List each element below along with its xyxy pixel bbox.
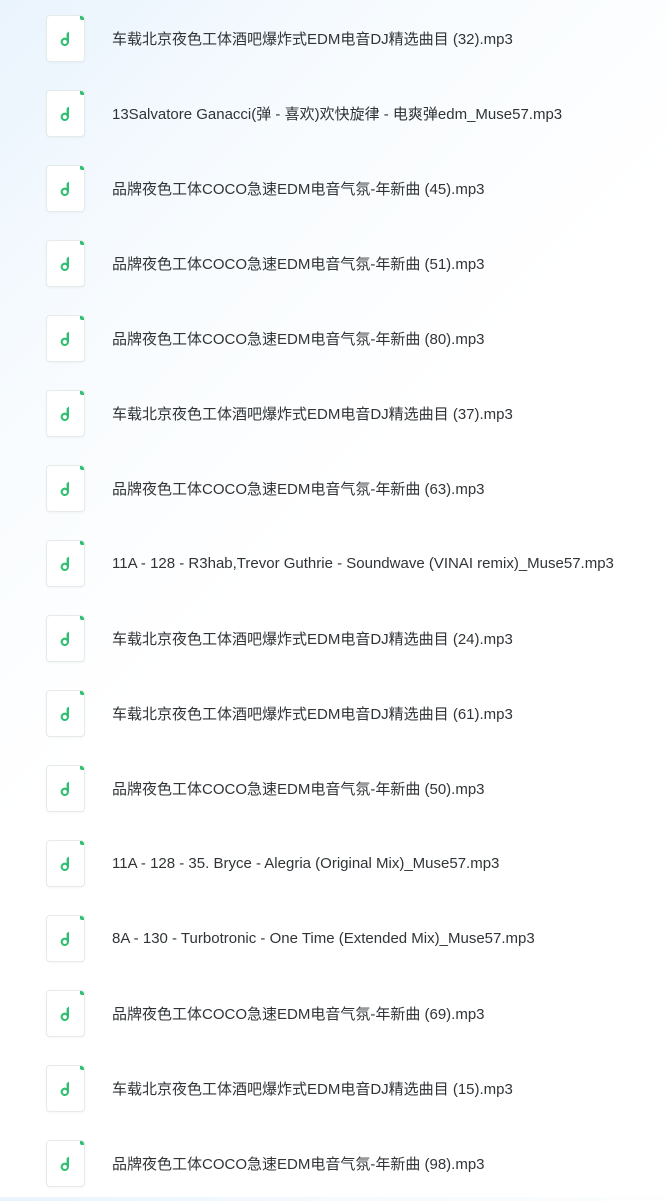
music-note-icon — [46, 840, 85, 887]
music-note-icon — [46, 990, 85, 1037]
file-name: 品牌夜色工体COCO急速EDM电音气氛-年新曲 (69).mp3 — [112, 1006, 485, 1023]
music-note-icon — [46, 90, 85, 137]
file-row[interactable]: 品牌夜色工体COCO急速EDM电音气氛-年新曲 (98).mp3 — [0, 1126, 667, 1201]
file-name: 13Salvatore Ganacci(弹 - 喜欢)欢快旋律 - 电爽弹edm… — [112, 106, 563, 123]
music-note-icon — [46, 1065, 85, 1112]
music-note-icon — [46, 465, 85, 512]
file-name: 品牌夜色工体COCO急速EDM电音气氛-年新曲 (45).mp3 — [112, 181, 485, 198]
file-row[interactable]: 8A - 130 - Turbotronic - One Time (Exten… — [0, 901, 667, 976]
file-name: 车载北京夜色工体酒吧爆炸式EDM电音DJ精选曲目 (37).mp3 — [112, 406, 513, 423]
file-name: 品牌夜色工体COCO急速EDM电音气氛-年新曲 (63).mp3 — [112, 481, 485, 498]
file-row[interactable]: 品牌夜色工体COCO急速EDM电音气氛-年新曲 (63).mp3 — [0, 451, 667, 526]
file-name: 11A - 128 - 35. Bryce - Alegria (Origina… — [112, 855, 500, 872]
file-name: 品牌夜色工体COCO急速EDM电音气氛-年新曲 (80).mp3 — [112, 331, 485, 348]
file-row[interactable]: 品牌夜色工体COCO急速EDM电音气氛-年新曲 (50).mp3 — [0, 751, 667, 826]
music-note-icon — [46, 765, 85, 812]
music-note-icon — [46, 390, 85, 437]
file-row[interactable]: 品牌夜色工体COCO急速EDM电音气氛-年新曲 (51).mp3 — [0, 226, 667, 301]
file-list: 车载北京夜色工体酒吧爆炸式EDM电音DJ精选曲目 (32).mp3 13Salv… — [0, 0, 667, 1201]
file-row[interactable]: 车载北京夜色工体酒吧爆炸式EDM电音DJ精选曲目 (24).mp3 — [0, 601, 667, 676]
file-name: 车载北京夜色工体酒吧爆炸式EDM电音DJ精选曲目 (32).mp3 — [112, 30, 513, 48]
file-name: 品牌夜色工体COCO急速EDM电音气氛-年新曲 (50).mp3 — [112, 781, 485, 798]
file-row[interactable]: 品牌夜色工体COCO急速EDM电音气氛-年新曲 (80).mp3 — [0, 301, 667, 376]
file-row[interactable]: 车载北京夜色工体酒吧爆炸式EDM电音DJ精选曲目 (15).mp3 — [0, 1051, 667, 1126]
music-note-icon — [46, 240, 85, 287]
music-note-icon — [46, 14, 85, 62]
file-name: 车载北京夜色工体酒吧爆炸式EDM电音DJ精选曲目 (24).mp3 — [112, 631, 513, 648]
file-row[interactable]: 品牌夜色工体COCO急速EDM电音气氛-年新曲 (45).mp3 — [0, 151, 667, 226]
file-row[interactable]: 车载北京夜色工体酒吧爆炸式EDM电音DJ精选曲目 (37).mp3 — [0, 376, 667, 451]
file-name: 品牌夜色工体COCO急速EDM电音气氛-年新曲 (98).mp3 — [112, 1156, 485, 1173]
file-row[interactable]: 11A - 128 - 35. Bryce - Alegria (Origina… — [0, 826, 667, 901]
file-name: 品牌夜色工体COCO急速EDM电音气氛-年新曲 (51).mp3 — [112, 256, 485, 273]
music-note-icon — [46, 915, 85, 962]
music-note-icon — [46, 540, 85, 587]
file-row[interactable]: 品牌夜色工体COCO急速EDM电音气氛-年新曲 (69).mp3 — [0, 976, 667, 1051]
music-note-icon — [46, 1140, 85, 1187]
file-row[interactable]: 车载北京夜色工体酒吧爆炸式EDM电音DJ精选曲目 (32).mp3 — [0, 0, 667, 76]
music-note-icon — [46, 165, 85, 212]
file-name: 车载北京夜色工体酒吧爆炸式EDM电音DJ精选曲目 (15).mp3 — [112, 1081, 513, 1098]
file-name: 11A - 128 - R3hab,Trevor Guthrie - Sound… — [112, 555, 614, 572]
file-name: 车载北京夜色工体酒吧爆炸式EDM电音DJ精选曲目 (61).mp3 — [112, 706, 513, 723]
file-name: 8A - 130 - Turbotronic - One Time (Exten… — [112, 930, 535, 947]
music-note-icon — [46, 315, 85, 362]
file-row[interactable]: 车载北京夜色工体酒吧爆炸式EDM电音DJ精选曲目 (61).mp3 — [0, 676, 667, 751]
music-note-icon — [46, 615, 85, 662]
file-row[interactable]: 13Salvatore Ganacci(弹 - 喜欢)欢快旋律 - 电爽弹edm… — [0, 76, 667, 151]
file-row[interactable]: 11A - 128 - R3hab,Trevor Guthrie - Sound… — [0, 526, 667, 601]
music-note-icon — [46, 690, 85, 737]
